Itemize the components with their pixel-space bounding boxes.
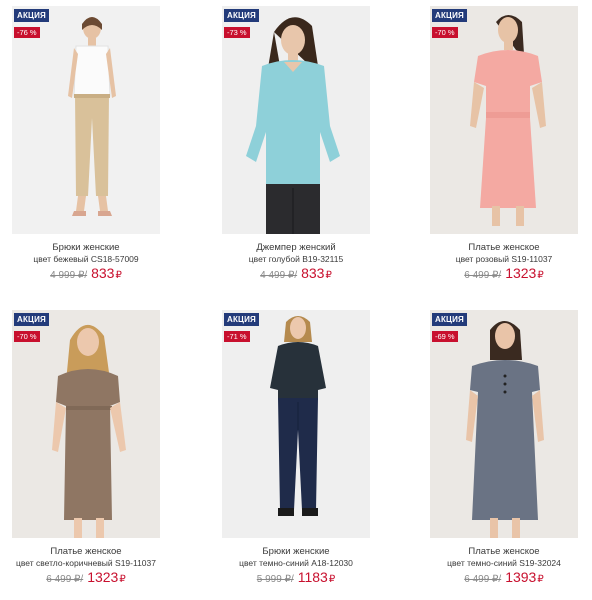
product-color-code: цвет розовый S19-11037: [455, 254, 553, 264]
model-pink-dress-image: [470, 15, 546, 226]
product-color-code: цвет темно-синий A18-12030: [239, 558, 353, 568]
old-price: 6 499 ₽/: [464, 574, 502, 585]
new-price: 1393: [505, 569, 537, 585]
product-color-code: цвет бежевый CS18-57009: [33, 254, 139, 264]
old-price: 4 999 ₽/: [50, 270, 88, 281]
product-photo[interactable]: АКЦИЯ -73 %: [222, 6, 370, 234]
product-name[interactable]: Брюки женские: [212, 546, 380, 557]
discount-badge: -71 %: [224, 331, 250, 342]
model-navy-trousers-image: [270, 316, 326, 516]
product-name[interactable]: Платье женское: [2, 546, 170, 557]
new-price: 833: [301, 265, 325, 281]
price-row: 4 999 ₽/833₽: [2, 265, 170, 284]
product-color-code: цвет светло-коричневый S19-11037: [16, 558, 156, 568]
product-color-code: цвет голубой B19-32115: [248, 254, 344, 264]
product-photo[interactable]: АКЦИЯ -69 %: [430, 310, 578, 538]
sale-badge: АКЦИЯ: [432, 313, 468, 326]
sale-badge: АКЦИЯ: [224, 9, 260, 22]
product-name[interactable]: Платье женское: [420, 242, 588, 253]
model-blue-jumper-image: [246, 17, 340, 234]
discount-badge: -69 %: [432, 331, 458, 342]
price-row: 5 999 ₽/1183₽: [212, 569, 380, 588]
old-price: 5 999 ₽/: [256, 574, 294, 585]
price-row: 4 499 ₽/833₽: [212, 265, 380, 284]
new-price: 1183: [297, 569, 328, 585]
product-photo[interactable]: АКЦИЯ -70 %: [430, 6, 578, 234]
sale-badge: АКЦИЯ: [14, 9, 50, 22]
model-navy-dress-image: [466, 321, 544, 538]
currency-symbol: ₽: [119, 574, 126, 585]
sale-badge: АКЦИЯ: [224, 313, 260, 326]
currency-symbol: ₽: [115, 270, 122, 281]
product-name[interactable]: Джемпер женский: [212, 242, 380, 253]
sale-badge: АКЦИЯ: [432, 9, 468, 22]
product-color-code: цвет темно-синий S19-32024: [447, 558, 561, 568]
product-photo[interactable]: АКЦИЯ -71 %: [222, 310, 370, 538]
model-brown-dress-image: [52, 324, 126, 538]
product-photo[interactable]: АКЦИЯ -76 %: [12, 6, 160, 234]
new-price: 1323: [505, 265, 537, 281]
currency-symbol: ₽: [537, 270, 544, 281]
currency-symbol: ₽: [325, 270, 332, 281]
price-row: 6 499 ₽/1323₽: [420, 265, 588, 284]
old-price: 4 499 ₽/: [260, 270, 298, 281]
model-beige-trousers-image: [68, 17, 116, 216]
price-row: 6 499 ₽/1393₽: [420, 569, 588, 588]
old-price: 6 499 ₽/: [464, 270, 502, 281]
discount-badge: -70 %: [432, 27, 458, 38]
product-name[interactable]: Брюки женские: [2, 242, 170, 253]
discount-badge: -73 %: [224, 27, 250, 38]
new-price: 833: [91, 265, 115, 281]
discount-badge: -70 %: [14, 331, 40, 342]
sale-badge: АКЦИЯ: [14, 313, 50, 326]
currency-symbol: ₽: [537, 574, 544, 585]
currency-symbol: ₽: [328, 574, 336, 585]
new-price: 1323: [87, 569, 119, 585]
price-row: 6 499 ₽/1323₽: [2, 569, 170, 588]
old-price: 6 499 ₽/: [46, 574, 84, 585]
product-name[interactable]: Платье женское: [420, 546, 588, 557]
discount-badge: -76 %: [14, 27, 40, 38]
product-photo[interactable]: АКЦИЯ -70 %: [12, 310, 160, 538]
